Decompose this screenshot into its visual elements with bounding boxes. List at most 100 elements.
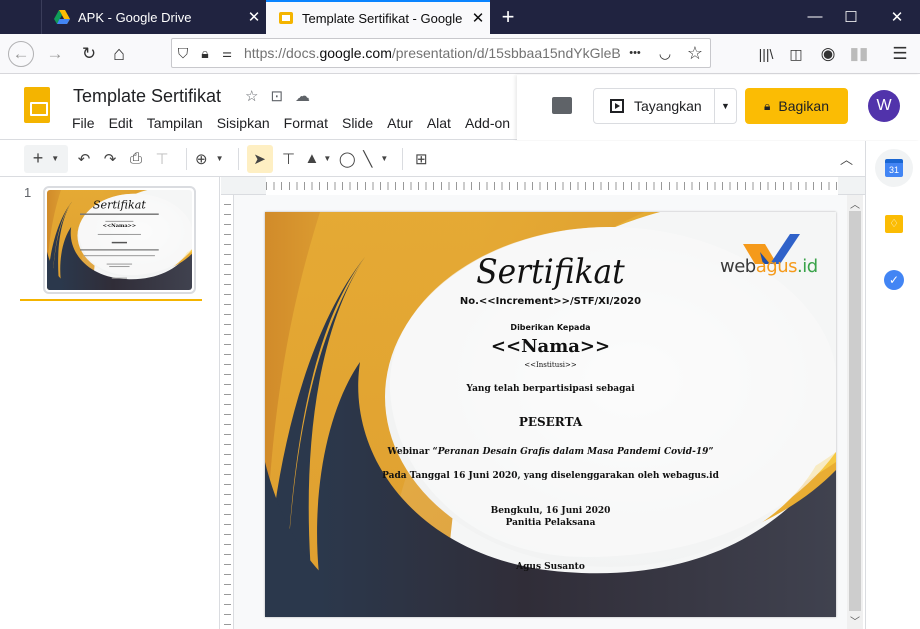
lock-icon[interactable]: 🔒︎ [194,45,216,62]
participation-text: Yang telah berpartisipasi sebagai [466,384,635,394]
pocket-icon[interactable]: ◡ [650,45,680,62]
menu-slide[interactable]: Slide [342,115,373,131]
reader-view-icon[interactable]: ▮▮ [846,41,872,67]
svg-text:Sertifikat: Sertifikat [93,199,147,212]
move-to-folder-icon[interactable]: ⊡ [270,87,283,105]
menu-file[interactable]: File [72,115,95,131]
date-line: Pada Tanggal 16 Juni 2020, yang diseleng… [382,471,719,481]
toolbar: + ▼ ↶ ↷ ⎙ ⊤ ⊕ ▼ ➤ ⊤ ▲ ▼ ◯ ╲ ▼ ⊞ ︿ [0,141,865,177]
add-comment-icon[interactable]: ⊞ [411,145,431,173]
menu-atur[interactable]: Atur [387,115,413,131]
forward-button[interactable]: → [42,41,68,67]
recipient-name: <<Nama>> [490,336,611,357]
document-title[interactable]: Template Sertifikat [73,86,221,107]
star-icon[interactable]: ☆ [245,87,258,105]
menu-alat[interactable]: Alat [427,115,451,131]
present-label: Tayangkan [634,98,702,114]
library-icon[interactable]: |||\ [753,41,779,67]
scroll-up-icon[interactable]: ︿ [847,196,863,211]
permissions-icon[interactable]: ⚌ [216,47,238,60]
share-label: Bagikan [778,98,829,114]
new-tab-button[interactable]: + [496,4,520,30]
back-button[interactable]: ← [8,41,34,67]
place-date: Bengkulu, 16 Juni 2020 [490,506,611,516]
app-menu-icon[interactable]: ☰ [887,41,913,67]
tab-close-icon[interactable]: ✕ [466,9,490,27]
tab-google-drive[interactable]: APK - Google Drive ✕ [41,0,266,34]
page-actions-icon[interactable]: ••• [620,47,650,59]
tasks-icon[interactable]: ✓ [875,261,913,299]
redo-icon[interactable]: ↷ [100,145,120,173]
line-icon[interactable]: ╲ ▼ [363,145,388,173]
tab-title: Template Sertifikat - Google Slides [302,10,466,26]
sidebar-icon[interactable]: ◫ [783,41,809,67]
reload-button[interactable]: ↻ [76,41,102,67]
horizontal-ruler[interactable] [221,177,865,195]
collapse-menus-icon[interactable]: ︿ [840,149,853,168]
given-to-label: Diberikan Kepada [510,323,591,332]
tab-template-sertifikat[interactable]: Template Sertifikat - Google Slides ✕ [266,0,490,34]
webinar-line: Webinar “Peranan Desain Grafis dalam Mas… [387,447,714,457]
url-bar[interactable]: ⛉ 🔒︎ ⚌ https://docs.google.com/presentat… [171,38,711,68]
cloud-saved-icon[interactable]: ☁ [295,87,310,105]
header-actions: Tayangkan ▼ 🔒︎ Bagikan W [517,75,920,140]
url-text[interactable]: https://docs.google.com/presentation/d/1… [244,45,620,61]
shield-icon[interactable]: ⛉ [172,45,194,62]
keep-icon[interactable]: ♢ [875,205,913,243]
present-icon [610,99,624,113]
role-label: PESERTA [518,415,583,429]
zoom-icon[interactable]: ⊕ ▼ [195,145,224,173]
menu-bar: File Edit Tampilan Sisipkan Format Slide… [72,115,524,131]
webagus-logo: webagus.id [720,256,818,277]
slide-thumbnail[interactable]: Sertifikat <<Nama>> [43,186,196,294]
menu-edit[interactable]: Edit [109,115,133,131]
text-box-icon[interactable]: ⊤ [279,145,299,173]
menu-tampilan[interactable]: Tampilan [147,115,203,131]
certificate-slide[interactable]: Sertifikat No.<<Increment>>/STF/XI/2020 … [265,212,836,617]
menu-add-on[interactable]: Add-on [465,115,510,131]
undo-icon[interactable]: ↶ [74,145,94,173]
image-icon[interactable]: ▲ ▼ [305,145,332,173]
avatar[interactable]: W [868,90,900,122]
scrollbar-thumb[interactable] [849,211,861,611]
google-slides-logo[interactable] [24,87,50,123]
slide-canvas[interactable]: Sertifikat No.<<Increment>>/STF/XI/2020 … [234,195,847,629]
close-window-button[interactable]: ✕ [882,8,912,26]
browser-tab-bar: APK - Google Drive ✕ Template Sertifikat… [0,0,920,34]
paint-format-icon[interactable]: ⊤ [152,145,172,173]
certificate-number: No.<<Increment>>/STF/XI/2020 [459,296,642,307]
slides-header: Template Sertifikat ☆ ⊡ ☁ File Edit Tamp… [0,75,920,140]
divider [186,147,187,170]
present-dropdown-icon[interactable]: ▼ [714,89,736,123]
scroll-down-icon[interactable]: ﹀ [847,613,863,628]
calendar-icon[interactable]: 31 [875,149,913,187]
home-button[interactable]: ⌂ [106,41,132,67]
print-icon[interactable]: ⎙ [126,145,146,173]
bookmark-star-icon[interactable]: ☆ [680,43,710,64]
select-tool-icon[interactable]: ➤ [246,144,273,173]
committee-label: Panitia Pelaksana [505,518,596,528]
recipient-institution: <<Institusi>> [524,361,577,369]
shape-icon[interactable]: ◯ [337,145,357,173]
vertical-ruler[interactable] [221,195,234,629]
tab-close-icon[interactable]: ✕ [242,8,266,26]
slide-number: 1 [24,185,32,200]
slide-selection-indicator [20,299,202,301]
minimize-button[interactable]: — [800,8,830,25]
menu-sisipkan[interactable]: Sisipkan [217,115,270,131]
divider [237,147,239,170]
side-panel: 31 ♢ ✓ [865,141,920,629]
lock-icon: 🔒︎ [764,98,771,113]
present-button[interactable]: Tayangkan ▼ [593,88,737,124]
account-icon[interactable]: ◉ [815,41,841,67]
svg-text:<<Nama>>: <<Nama>> [103,223,137,229]
share-button[interactable]: 🔒︎ Bagikan [745,88,848,124]
new-slide-button[interactable]: + ▼ [24,144,68,173]
maximize-button[interactable]: ☐ [836,8,866,26]
slide-thumbnail-preview: Sertifikat <<Nama>> [47,190,192,290]
menu-format[interactable]: Format [284,115,328,131]
canvas-scrollbar[interactable]: ︿ ﹀ [847,195,863,629]
slide-filmstrip: 1 Sertifikat <<Nama>> [0,177,220,629]
signer-name: Agus Susanto [516,562,585,572]
comment-history-icon[interactable] [552,97,572,114]
